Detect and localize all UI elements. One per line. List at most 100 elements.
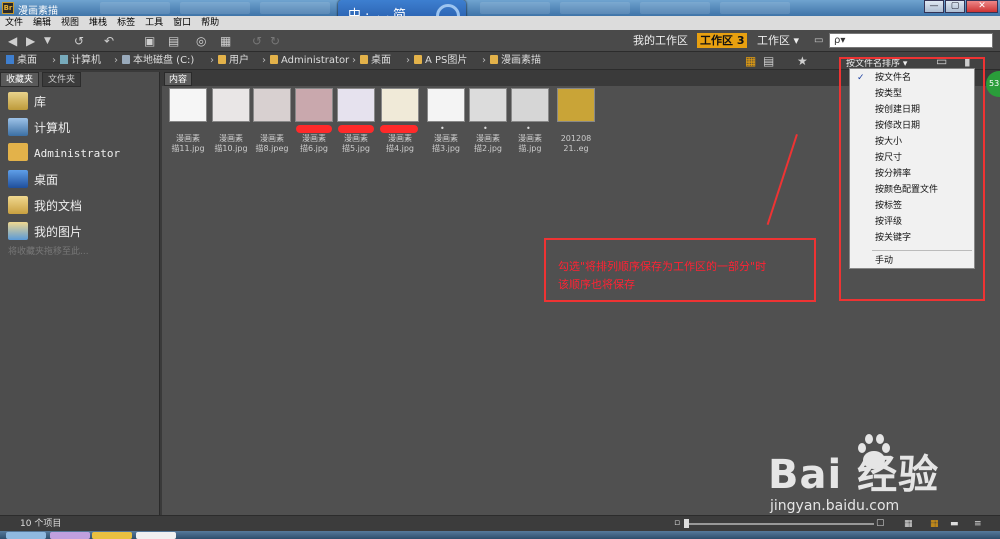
boomerang-icon[interactable]: ↶ xyxy=(104,34,114,48)
crumb-manga-sketch[interactable]: 漫画素描 xyxy=(490,52,541,70)
rotate-right-icon[interactable]: ↻ xyxy=(270,34,280,48)
menu-file[interactable]: 文件 xyxy=(0,16,28,30)
zoom-out-icon[interactable]: ▫ xyxy=(674,515,680,531)
output-icon[interactable]: ▦ xyxy=(220,34,231,48)
crumb-users[interactable]: 用户 xyxy=(218,52,249,70)
thumbnail-item[interactable]: 漫画素 描.jpg xyxy=(508,88,552,154)
thumbnail-image[interactable] xyxy=(337,88,375,122)
thumbnail-quality-icon[interactable]: ▦ xyxy=(745,54,756,68)
fav-administrator[interactable]: Administrator xyxy=(8,142,120,166)
thumbnail-item[interactable]: 漫画素 描2.jpg xyxy=(466,88,510,154)
workspace-expand-icon[interactable]: ▭ xyxy=(814,34,823,48)
close-button[interactable]: ✕ xyxy=(966,0,998,13)
minimize-button[interactable]: — xyxy=(924,0,944,13)
thumbnail-item[interactable]: 漫画素 描3.jpg xyxy=(424,88,468,154)
thumbnail-item[interactable]: 201208 21..eg xyxy=(554,88,598,154)
menu-edit[interactable]: 编辑 xyxy=(28,16,56,30)
stack-dot: • xyxy=(526,124,531,133)
background-window-tab[interactable] xyxy=(480,2,550,14)
thumbnail-image[interactable] xyxy=(295,88,333,122)
workspace-menu[interactable]: 工作区 ▾ xyxy=(754,33,802,48)
forward-icon[interactable]: ▶ xyxy=(26,34,35,48)
open-in-camera-raw-icon[interactable]: ◎ xyxy=(196,34,206,48)
thumbnail-item[interactable]: 漫画素 描8.jpeg xyxy=(250,88,294,154)
thumbnail-label: 描10.jpg xyxy=(214,144,248,153)
thumbnail-label: 漫画素 xyxy=(434,134,458,143)
menu-window[interactable]: 窗口 xyxy=(168,16,196,30)
camera-icon[interactable]: ▣ xyxy=(144,34,155,48)
thumbnail-item[interactable]: 漫画素 描6.jpg xyxy=(292,88,336,154)
fav-computer[interactable]: 计算机 xyxy=(8,116,70,140)
thumbnail-image[interactable] xyxy=(381,88,419,122)
slider-knob[interactable] xyxy=(684,519,689,528)
thumbnail-image[interactable] xyxy=(212,88,250,122)
thumbnail-label: 描8.jpeg xyxy=(255,144,289,153)
crumb-administrator[interactable]: Administrator xyxy=(270,52,349,70)
taskbar-item[interactable] xyxy=(50,532,90,539)
background-window-tab[interactable] xyxy=(640,2,710,14)
thumbnail-item[interactable]: 漫画素 描5.jpg xyxy=(334,88,378,154)
zoom-in-icon[interactable]: ▢ xyxy=(876,515,885,531)
computer-icon xyxy=(60,55,68,64)
background-window-tab[interactable] xyxy=(260,2,330,14)
refine-icon[interactable]: ▤ xyxy=(168,34,179,48)
thumbnail-label: 漫画素 xyxy=(344,134,368,143)
folder-icon xyxy=(360,55,368,64)
pictures-icon xyxy=(8,222,28,240)
fav-my-documents[interactable]: 我的文档 xyxy=(8,194,82,218)
menu-view[interactable]: 视图 xyxy=(56,16,84,30)
back-icon[interactable]: ◀ xyxy=(8,34,17,48)
crumb-computer[interactable]: 计算机 xyxy=(60,52,101,70)
background-window-tab[interactable] xyxy=(720,2,790,14)
menu-label[interactable]: 标签 xyxy=(112,16,140,30)
menu-stack[interactable]: 堆栈 xyxy=(84,16,112,30)
tab-content[interactable]: 内容 xyxy=(164,72,193,86)
rotate-left-icon[interactable]: ↺ xyxy=(252,34,262,48)
crumb-desktop-2[interactable]: 桌面 xyxy=(360,52,391,70)
taskbar-item[interactable] xyxy=(6,532,46,539)
fav-library[interactable]: 库 xyxy=(8,90,46,114)
background-window-tab[interactable] xyxy=(560,2,630,14)
view-options-icon[interactable]: ▤ xyxy=(763,54,774,68)
workspace-mine[interactable]: 我的工作区 xyxy=(630,33,691,48)
fav-label: 我的图片 xyxy=(34,225,83,239)
maximize-button[interactable]: ▢ xyxy=(945,0,965,13)
list-view-icon[interactable]: ≡ xyxy=(974,516,982,532)
taskbar-item[interactable] xyxy=(92,532,132,539)
fav-desktop[interactable]: 桌面 xyxy=(8,168,58,192)
thumbnail-image[interactable] xyxy=(557,88,595,122)
status-bar: 10 个项目 ▫ ▢ ▦ ▦ ▬ ≡ xyxy=(0,515,1000,531)
details-view-icon[interactable]: ▬ xyxy=(950,516,959,532)
menu-tools[interactable]: 工具 xyxy=(140,16,168,30)
fav-my-pictures[interactable]: 我的图片 xyxy=(8,220,82,244)
thumbnail-item[interactable]: 漫画素 描11.jpg xyxy=(166,88,210,154)
grid-view-icon[interactable]: ▦ xyxy=(904,516,913,532)
thumbnail-size-slider[interactable] xyxy=(684,523,874,525)
crumb-drive-c[interactable]: 本地磁盘 (C:) xyxy=(122,52,194,70)
menu-help[interactable]: 帮助 xyxy=(196,16,224,30)
library-icon xyxy=(8,92,28,110)
crumb-ps-images[interactable]: A PS图片 xyxy=(414,52,467,70)
tab-folders[interactable]: 文件夹 xyxy=(42,72,82,87)
taskbar-item[interactable] xyxy=(136,532,176,539)
thumbnail-label: 21..eg xyxy=(563,144,589,153)
recent-folder-icon[interactable]: ↺ xyxy=(74,34,84,48)
search-input[interactable]: ρ▾ xyxy=(829,33,993,48)
thumbnail-image[interactable] xyxy=(511,88,549,122)
thumbnail-image[interactable] xyxy=(469,88,507,122)
background-window-tab[interactable] xyxy=(100,2,170,14)
star-filter-icon[interactable]: ★ xyxy=(797,54,808,68)
thumbnail-item[interactable]: 漫画素 描10.jpg xyxy=(209,88,253,154)
tab-favorites[interactable]: 收藏夹 xyxy=(0,72,40,87)
crumb-label: 用户 xyxy=(229,55,249,66)
thumbnail-view-icon[interactable]: ▦ xyxy=(930,516,939,532)
fav-label: Administrator xyxy=(34,147,121,160)
dropdown-icon[interactable]: ▼ xyxy=(44,34,51,48)
thumbnail-image[interactable] xyxy=(169,88,207,122)
thumbnail-image[interactable] xyxy=(427,88,465,122)
background-window-tab[interactable] xyxy=(180,2,250,14)
thumbnail-image[interactable] xyxy=(253,88,291,122)
crumb-desktop[interactable]: 桌面 xyxy=(6,52,37,70)
thumbnail-item[interactable]: 漫画素 描4.jpg xyxy=(378,88,422,154)
workspace-3[interactable]: 工作区 3 xyxy=(697,33,748,48)
